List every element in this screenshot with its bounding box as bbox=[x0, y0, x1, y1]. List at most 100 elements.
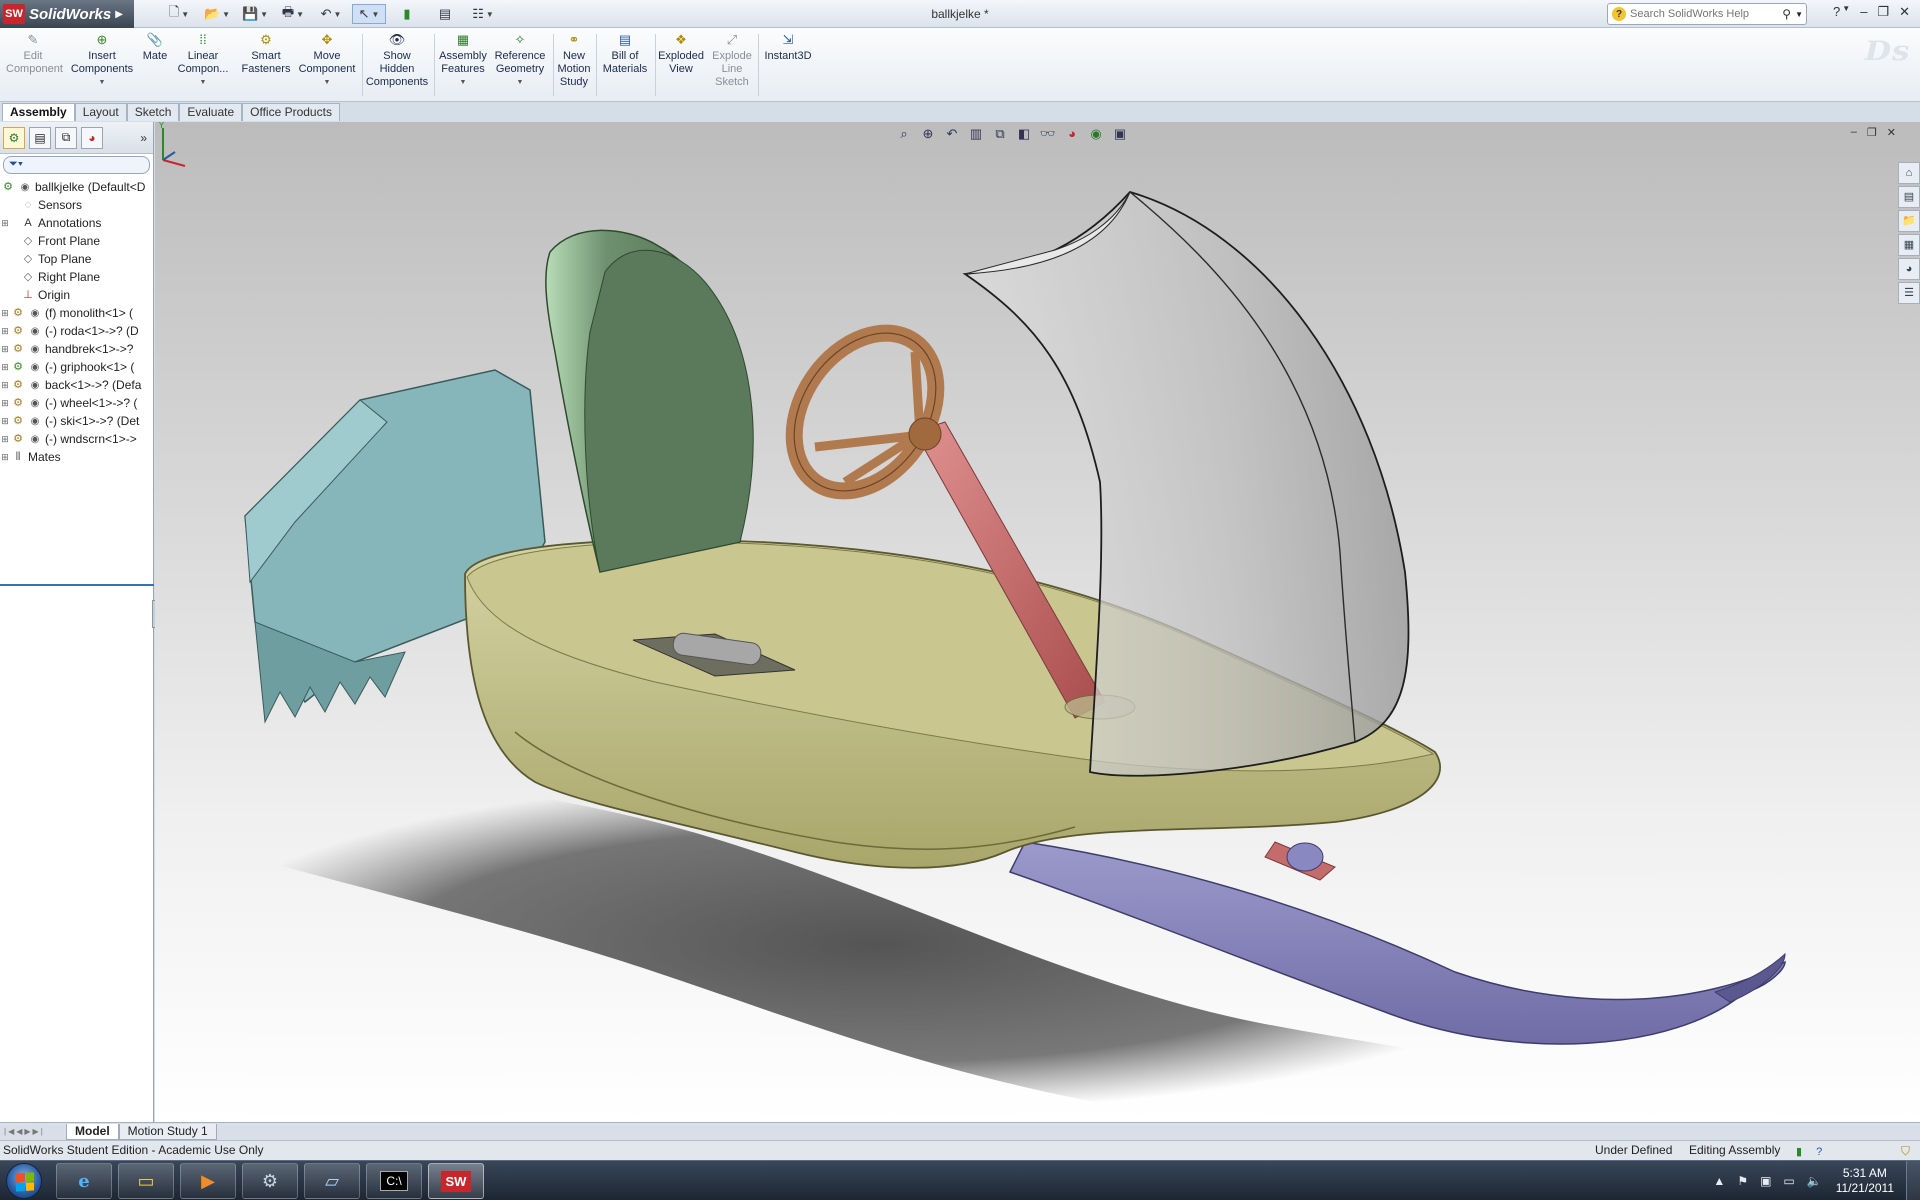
file-explorer-taskbar-button[interactable]: ▭ bbox=[118, 1163, 174, 1199]
new-motion-study-button[interactable]: ⚭ New Motion Study bbox=[555, 32, 593, 89]
tree-item-right-plane[interactable]: ◇ Right Plane bbox=[0, 268, 153, 286]
help-dropdown-icon[interactable]: ▼ bbox=[1842, 4, 1850, 20]
tab-assembly[interactable]: Assembly bbox=[2, 103, 75, 121]
previous-view-icon[interactable]: ↶ bbox=[943, 126, 961, 142]
file-explorer-tab[interactable]: 📁 bbox=[1898, 210, 1920, 232]
exploded-view-button[interactable]: ❖ Exploded View bbox=[656, 32, 706, 76]
tab-motion-study-1[interactable]: Motion Study 1 bbox=[118, 1123, 217, 1140]
hide-show-items-icon[interactable]: 👓 bbox=[1039, 126, 1057, 142]
move-component-button[interactable]: ✥ Move Component ▼ bbox=[296, 32, 358, 89]
expand-panel-icon[interactable]: » bbox=[140, 131, 147, 145]
expand-icon[interactable]: ⊞ bbox=[0, 434, 10, 445]
restore-icon[interactable]: ❐ bbox=[1877, 4, 1889, 20]
tree-item-roda[interactable]: ⊞ ⚙ ◉ (-) roda<1>->? (D bbox=[0, 322, 153, 340]
expand-icon[interactable]: ⊞ bbox=[0, 344, 10, 355]
file-properties-button[interactable]: ▤ bbox=[428, 4, 462, 24]
chevron-down-icon[interactable]: ▼ bbox=[70, 76, 134, 89]
viewport-minimize-icon[interactable]: – bbox=[1851, 126, 1857, 139]
menu-arrow-icon[interactable]: ▶ bbox=[115, 9, 123, 20]
tree-item-back[interactable]: ⊞ ⚙ ◉ back<1>->? (Defa bbox=[0, 376, 153, 394]
expand-icon[interactable]: ⊞ bbox=[0, 218, 10, 229]
media-player-taskbar-button[interactable]: ▶ bbox=[180, 1163, 236, 1199]
expand-icon[interactable]: ⊞ bbox=[0, 308, 10, 319]
assembly-features-button[interactable]: ▦ Assembly Features ▼ bbox=[436, 32, 490, 89]
section-view-icon[interactable]: ▥ bbox=[967, 126, 985, 142]
display-style-icon[interactable]: ◧ bbox=[1015, 126, 1033, 142]
tab-layout[interactable]: Layout bbox=[74, 103, 127, 121]
instant3d-button[interactable]: ⇲ Instant3D bbox=[760, 32, 816, 63]
tab-navigation-arrows-icon[interactable]: |◀◀▶▶| bbox=[0, 1127, 66, 1136]
chevron-down-icon[interactable]: ▼ bbox=[436, 76, 490, 89]
tab-sketch[interactable]: Sketch bbox=[126, 103, 180, 121]
zoom-to-fit-icon[interactable]: ⌕ bbox=[895, 126, 913, 142]
tag-icon[interactable]: ⛉ bbox=[1901, 1142, 1910, 1161]
tree-item-sensors[interactable]: ◌ Sensors bbox=[0, 196, 153, 214]
steam-taskbar-button[interactable]: ⚙ bbox=[242, 1163, 298, 1199]
tree-item-monolith[interactable]: ⊞ ⚙ ◉ (f) monolith<1> ( bbox=[0, 304, 153, 322]
tree-item-handbrek[interactable]: ⊞ ⚙ ◉ handbrek<1>->? bbox=[0, 340, 153, 358]
chevron-down-icon[interactable]: ▼ bbox=[176, 76, 230, 89]
tree-item-wheel[interactable]: ⊞ ⚙ ◉ (-) wheel<1>->? ( bbox=[0, 394, 153, 412]
volume-icon[interactable]: 🔈 bbox=[1807, 1174, 1822, 1188]
view-palette-tab[interactable]: ▦ bbox=[1898, 234, 1920, 256]
design-library-tab[interactable]: ▤ bbox=[1898, 186, 1920, 208]
chevron-down-icon[interactable]: ▼ bbox=[492, 76, 548, 89]
expand-icon[interactable]: ⊞ bbox=[0, 362, 10, 373]
view-settings-icon[interactable]: ▣ bbox=[1111, 126, 1129, 142]
tab-office-products[interactable]: Office Products bbox=[242, 103, 340, 121]
tree-item-front-plane[interactable]: ◇ Front Plane bbox=[0, 232, 153, 250]
display-manager-tab[interactable]: ◕ bbox=[81, 126, 103, 149]
insert-components-button[interactable]: ⊕ Insert Components ▼ bbox=[70, 32, 134, 89]
start-button[interactable] bbox=[6, 1163, 42, 1199]
expand-icon[interactable]: ⊞ bbox=[0, 416, 10, 427]
tree-item-ski[interactable]: ⊞ ⚙ ◉ (-) ski<1>->? (Det bbox=[0, 412, 153, 430]
apply-scene-icon[interactable]: ◉ bbox=[1087, 126, 1105, 142]
solidworks-taskbar-button[interactable]: SW bbox=[428, 1163, 484, 1199]
expand-icon[interactable]: ⊞ bbox=[0, 452, 10, 463]
show-hidden-icons-icon[interactable]: ▲ bbox=[1713, 1174, 1725, 1188]
expand-icon[interactable]: ⊞ bbox=[0, 380, 10, 391]
tab-model[interactable]: Model bbox=[66, 1123, 119, 1140]
solidworks-resources-tab[interactable]: ⌂ bbox=[1898, 162, 1920, 184]
network-icon[interactable]: ▣ bbox=[1760, 1174, 1771, 1188]
view-orientation-icon[interactable]: ⧉ bbox=[991, 126, 1009, 142]
flag-icon[interactable]: ⚑ bbox=[1737, 1174, 1748, 1188]
select-button[interactable]: ↖ ▼ bbox=[352, 4, 386, 24]
system-clock[interactable]: 5:31 AM 11/21/2011 bbox=[1836, 1166, 1894, 1196]
options-button[interactable]: ☷ ▼ bbox=[466, 4, 500, 24]
save-button[interactable]: 💾 ▼ bbox=[238, 4, 272, 24]
tree-item-mates[interactable]: ⊞ ⫴ Mates bbox=[0, 448, 153, 466]
reference-geometry-button[interactable]: ✧ Reference Geometry ▼ bbox=[492, 32, 548, 89]
tree-item-origin[interactable]: ⊥ Origin bbox=[0, 286, 153, 304]
open-button[interactable]: 📂 ▼ bbox=[200, 4, 234, 24]
close-icon[interactable]: ✕ bbox=[1899, 4, 1910, 20]
tree-filter[interactable]: ⏷▾ bbox=[3, 156, 150, 174]
linear-pattern-button[interactable]: ⁞⁞ Linear Compon... ▼ bbox=[176, 32, 230, 89]
print-button[interactable]: 🖶 ▼ bbox=[276, 4, 310, 24]
minimize-icon[interactable]: – bbox=[1860, 4, 1867, 20]
expand-icon[interactable]: ⊞ bbox=[0, 326, 10, 337]
tree-root[interactable]: ⚙ ◉ ballkjelke (Default<D bbox=[0, 178, 153, 196]
tree-item-annotations[interactable]: ⊞ A Annotations bbox=[0, 214, 153, 232]
explode-line-sketch-button[interactable]: ⤢ Explode Line Sketch bbox=[708, 32, 756, 89]
show-hidden-components-button[interactable]: 👁 Show Hidden Components bbox=[364, 32, 430, 89]
solidworks-logo[interactable]: SW SolidWorks ▶ bbox=[0, 0, 134, 28]
tab-evaluate[interactable]: Evaluate bbox=[179, 103, 243, 121]
rebuild-button[interactable]: ▮ bbox=[390, 4, 424, 24]
bill-of-materials-button[interactable]: ▤ Bill of Materials bbox=[598, 32, 652, 76]
battery-icon[interactable]: ▭ bbox=[1783, 1174, 1794, 1188]
viewport-close-icon[interactable]: ✕ bbox=[1887, 126, 1896, 139]
undo-button[interactable]: ↶ ▼ bbox=[314, 4, 348, 24]
property-manager-tab[interactable]: ▤ bbox=[29, 126, 51, 149]
help-icon[interactable]: ? bbox=[1833, 4, 1840, 20]
viewport-restore-icon[interactable]: ❐ bbox=[1867, 126, 1877, 139]
chevron-down-icon[interactable]: ▼ bbox=[296, 76, 358, 89]
tree-item-wndscrn[interactable]: ⊞ ⚙ ◉ (-) wndscrn<1>-> bbox=[0, 430, 153, 448]
rollback-bar[interactable] bbox=[0, 584, 154, 586]
mate-button[interactable]: 📎 Mate bbox=[140, 32, 170, 63]
internet-explorer-taskbar-button[interactable]: e bbox=[56, 1163, 112, 1199]
notebook-taskbar-button[interactable]: ▱ bbox=[304, 1163, 360, 1199]
feature-manager-tab[interactable]: ⚙ bbox=[3, 126, 25, 149]
command-prompt-taskbar-button[interactable]: C:\ bbox=[366, 1163, 422, 1199]
new-document-button[interactable]: 🗋 ▼ bbox=[162, 4, 196, 24]
